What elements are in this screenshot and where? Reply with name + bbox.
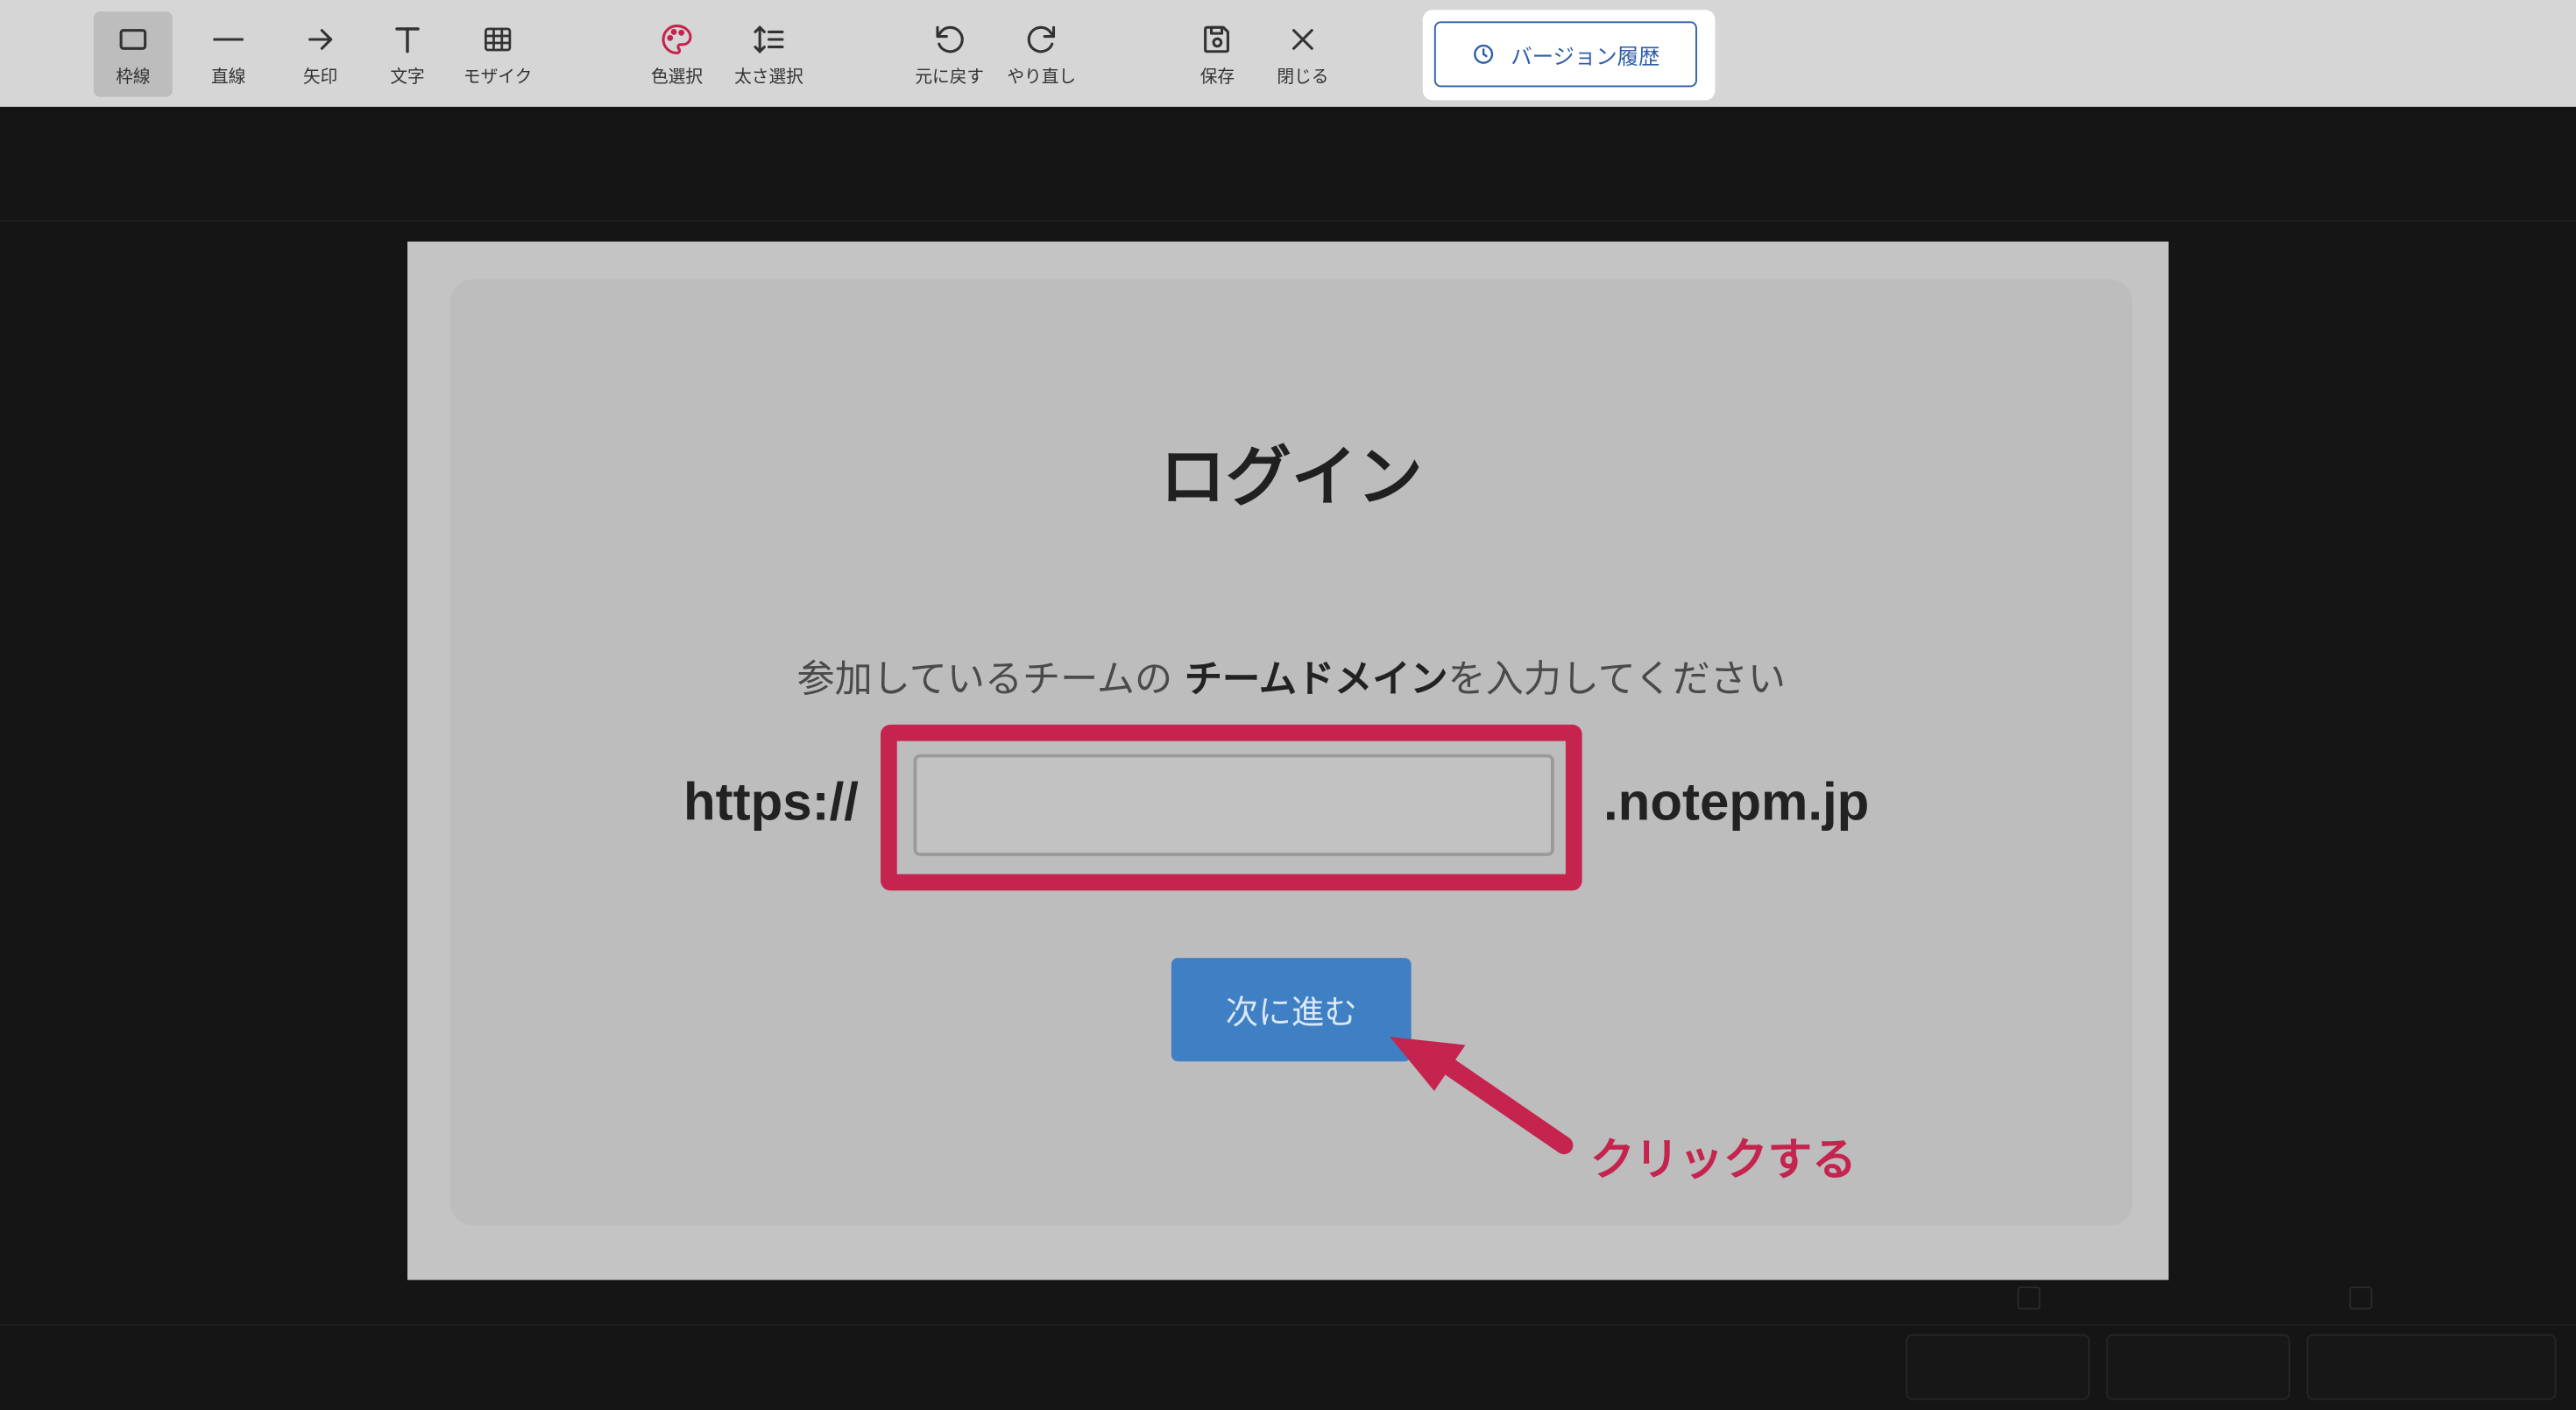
tool-thickness[interactable]: 太さ選択	[730, 11, 809, 97]
line-height-icon	[754, 25, 784, 53]
tool-label: 矢印	[302, 67, 338, 88]
line-icon	[213, 38, 244, 41]
background-format-bar	[0, 165, 2576, 223]
background-button	[1906, 1334, 2090, 1400]
close-icon	[1292, 29, 1313, 50]
annotation-callout-text[interactable]: クリックする	[1590, 1124, 1857, 1188]
text-icon	[395, 27, 420, 53]
tool-text[interactable]: 文字	[368, 11, 447, 97]
login-title: ログイン	[1159, 440, 1423, 516]
instruction-text: 参加しているチームの チームドメインを入力してください	[450, 648, 2133, 704]
palette-icon	[662, 24, 692, 55]
tool-label: 色選択	[650, 67, 704, 88]
tool-label: 保存	[1200, 67, 1235, 88]
save-icon	[1204, 25, 1229, 53]
tool-redo[interactable]: やり直し	[1001, 11, 1083, 97]
tool-label: 直線	[210, 67, 246, 88]
tool-line[interactable]: 直線	[189, 11, 268, 97]
instruction-prefix: 参加しているチームの	[796, 658, 1185, 702]
tool-color[interactable]: 色選択	[638, 11, 717, 97]
tool-arrow[interactable]: 矢印	[281, 11, 360, 97]
annotation-toolbar: 枠線 直線 矢印 文字 モザイク 色選択 太さ選択 元に戻す やり直し 保存 閉…	[0, 0, 2576, 107]
grid-icon	[485, 27, 512, 52]
tool-label: やり直し	[1007, 67, 1077, 88]
tool-label: 文字	[390, 67, 425, 88]
tool-label: 太さ選択	[734, 67, 803, 88]
version-history-highlight: バージョン履歴	[1422, 10, 1716, 101]
tool-label: モザイク	[463, 67, 533, 88]
url-prefix: https://	[683, 772, 859, 832]
background-footer-divider	[0, 1324, 2576, 1327]
instruction-suffix: を入力してください	[1447, 658, 1787, 702]
tool-undo[interactable]: 元に戻す	[909, 11, 991, 97]
background-button	[2105, 1334, 2290, 1400]
tool-save[interactable]: 保存	[1178, 11, 1256, 97]
background-button	[2306, 1334, 2557, 1400]
background-checkbox	[2349, 1286, 2373, 1310]
annotation-frame[interactable]	[881, 724, 1582, 891]
background-checkbox	[2017, 1286, 2041, 1310]
undo-icon	[936, 25, 964, 53]
tool-label: 元に戻す	[915, 67, 985, 88]
redo-icon	[1027, 25, 1056, 53]
tool-mosaic[interactable]: モザイク	[456, 11, 539, 97]
tool-close[interactable]: 閉じる	[1263, 11, 1342, 97]
arrow-right-icon	[308, 29, 333, 50]
instruction-team-domain: チームドメイン	[1184, 658, 1448, 702]
tool-frame[interactable]: 枠線	[93, 11, 173, 97]
tool-label: 枠線	[116, 67, 151, 88]
rectangle-icon	[119, 29, 147, 50]
version-history-label: バージョン履歴	[1511, 45, 1660, 70]
next-button[interactable]: 次に進む	[1171, 958, 1412, 1062]
clock-icon	[1473, 44, 1493, 64]
tool-label: 閉じる	[1277, 67, 1329, 88]
version-history-button[interactable]: バージョン履歴	[1433, 21, 1697, 88]
url-suffix: .notepm.jp	[1603, 772, 1870, 832]
